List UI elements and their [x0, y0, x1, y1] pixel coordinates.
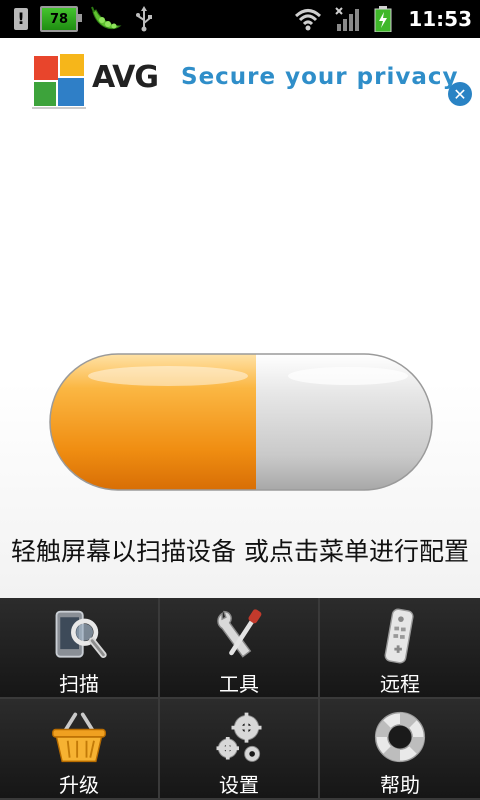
menu-label-scan: 扫描: [59, 672, 99, 696]
scan-hint-text: 轻触屏幕以扫描设备 或点击菜单进行配置: [11, 537, 469, 566]
menu-item-settings[interactable]: 设置: [160, 699, 320, 800]
usb-icon: [136, 6, 152, 32]
menu-item-remote[interactable]: 远程: [320, 598, 480, 699]
scan-touch-area[interactable]: 轻触屏幕以扫描设备 或点击菜单进行配置: [0, 118, 480, 598]
scan-phone-magnifier-icon: [55, 610, 107, 659]
signal-icon: [335, 7, 360, 31]
menu-item-scan[interactable]: 扫描: [0, 598, 160, 699]
status-bar-system: 11:53: [294, 0, 472, 38]
banner-tagline: Secure your privacy: [181, 64, 459, 90]
status-bar: 78: [0, 0, 480, 38]
menu-label-help: 帮助: [380, 773, 420, 797]
remote-control-icon: [384, 608, 414, 664]
tools-wrench-screwdriver-icon: [217, 609, 262, 658]
clock: 11:53: [408, 7, 472, 31]
battery-level: 78: [49, 11, 69, 27]
menu-label-remote: 远程: [380, 672, 420, 696]
menu-item-upgrade[interactable]: 升级: [0, 699, 160, 800]
lifebuoy-icon: [374, 711, 426, 763]
menu-label-tools: 工具: [219, 672, 259, 696]
menu-item-help[interactable]: 帮助: [320, 699, 480, 800]
menu-label-settings: 设置: [219, 773, 259, 797]
close-ad-button[interactable]: ✕: [448, 82, 472, 106]
status-bar-notifications: 78: [14, 0, 154, 38]
avg-logo-icon: [32, 54, 86, 109]
wifi-icon: [295, 9, 322, 31]
charging-icon: [374, 6, 392, 32]
capsule-icon: [49, 353, 433, 491]
shopping-basket-icon: [52, 712, 106, 763]
gears-icon: [216, 712, 262, 762]
pea-pod-icon: [91, 6, 122, 30]
ad-banner[interactable]: AVG Secure your privacy ✕: [0, 38, 480, 118]
menu-label-upgrade: 升级: [59, 773, 99, 797]
battery-icon: 78: [40, 6, 82, 32]
menu-grid: 扫描 工具 远程 升级 设置 帮助: [0, 598, 480, 800]
warning-icon: [14, 8, 28, 30]
menu-item-tools[interactable]: 工具: [160, 598, 320, 699]
bottom-menu: 扫描 工具 远程 升级 设置 帮助: [0, 598, 480, 800]
brand-name: AVG: [92, 60, 159, 95]
